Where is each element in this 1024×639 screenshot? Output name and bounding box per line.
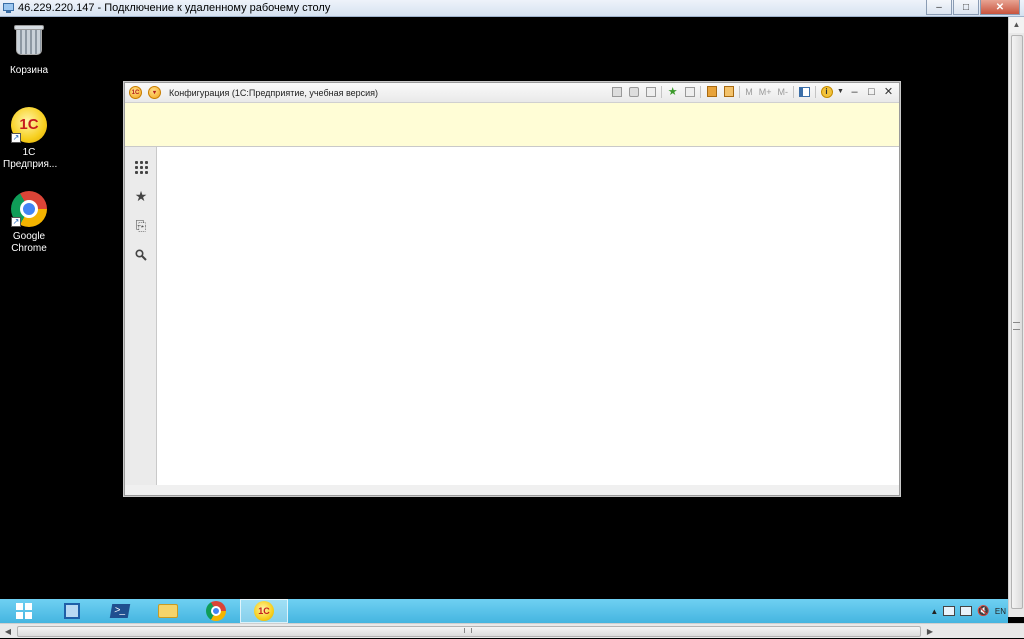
sections-grid-icon — [134, 161, 148, 174]
rdp-minimize-button[interactable]: ‒ — [926, 0, 952, 15]
rdp-maximize-button[interactable]: □ — [953, 0, 979, 15]
shortcut-arrow-icon: ↗ — [11, 217, 21, 227]
rdp-window-title: 46.229.220.147 - Подключение к удаленном… — [18, 2, 331, 14]
system-tray: ▲ 🔇 EN — [930, 599, 1008, 623]
powershell-icon: >_ — [109, 604, 131, 618]
print-icon[interactable] — [627, 85, 640, 98]
rdp-close-button[interactable]: ✕ — [980, 0, 1020, 15]
remote-desktop-icon — [3, 2, 15, 14]
main-menu-icon[interactable]: ▾ — [148, 86, 161, 99]
app-toolbar: ★ M M+ M- i ▼ ‒ □ ✕ — [610, 85, 895, 98]
desktop-icon-chrome[interactable]: ↗ Google Chrome — [0, 191, 58, 255]
memory-button[interactable]: M — [744, 85, 754, 98]
toolbar-separator — [793, 85, 794, 98]
tray-expand-icon[interactable]: ▲ — [930, 607, 938, 616]
toolbar-separator — [661, 85, 663, 98]
preview-icon[interactable] — [644, 85, 657, 98]
1c-enterprise-icon: 1С — [254, 601, 274, 621]
app-window-title: Конфигурация (1С:Предприятие, учебная ве… — [169, 87, 379, 98]
desktop-icon-label: 1С Предприя... — [3, 147, 58, 170]
workspace-area[interactable] — [157, 147, 899, 485]
toolbar-separator — [739, 85, 741, 98]
panels-icon[interactable] — [798, 85, 811, 98]
scroll-left-icon[interactable]: ◀ — [0, 624, 16, 639]
scroll-up-icon[interactable]: ▲ — [1009, 17, 1024, 33]
taskbar-1c[interactable]: 1С — [240, 599, 288, 623]
add-favorite-icon[interactable]: ★ — [666, 85, 679, 98]
info-icon[interactable]: i — [820, 85, 833, 98]
history-icon: ⎘ — [135, 217, 147, 233]
star-icon: ★ — [134, 188, 148, 204]
scroll-grip-icon — [1013, 322, 1020, 330]
app-maximize-button[interactable]: □ — [865, 86, 878, 98]
taskbar-chrome[interactable] — [192, 599, 240, 623]
action-center-flag-icon[interactable] — [943, 606, 956, 616]
link-icon[interactable] — [683, 85, 696, 98]
network-icon[interactable] — [960, 606, 973, 616]
scroll-right-icon[interactable]: ▶ — [922, 624, 938, 639]
start-button[interactable] — [0, 599, 48, 623]
1c-logo-icon[interactable]: 1С — [129, 86, 142, 99]
chevron-down-icon[interactable]: ▼ — [837, 85, 844, 98]
vertical-scrollbar[interactable]: ▲ — [1008, 17, 1024, 617]
app-close-button[interactable]: ✕ — [882, 85, 895, 98]
taskbar-server-manager[interactable] — [48, 599, 96, 623]
toolbar-separator — [700, 85, 702, 98]
desktop-icon-label: Google Chrome — [11, 231, 47, 254]
sidebar-item-history[interactable]: ⎘ — [125, 211, 157, 240]
desktop-icon-label: Корзина — [9, 65, 49, 76]
volume-icon[interactable]: 🔇 — [977, 606, 989, 617]
chrome-icon — [206, 601, 226, 621]
1c-app-window[interactable]: 1С ▾ Конфигурация (1С:Предприятие, учебн… — [124, 82, 900, 496]
rdp-titlebar[interactable]: 46.229.220.147 - Подключение к удаленном… — [0, 0, 1024, 17]
memory-minus-button[interactable]: M- — [777, 85, 790, 98]
search-icon — [135, 248, 147, 261]
info-panel — [125, 103, 899, 147]
horizontal-scrollbar[interactable]: ◀ ▶ — [0, 623, 1024, 638]
scroll-grip-icon — [464, 628, 472, 633]
sections-panel: ★ ⎘ — [125, 147, 157, 485]
server-manager-icon — [64, 603, 80, 619]
sidebar-item-search[interactable] — [125, 240, 157, 269]
sidebar-item-favorites[interactable]: ★ — [125, 182, 157, 211]
shortcut-arrow-icon: ↗ — [11, 133, 21, 143]
chrome-icon: ↗ — [11, 191, 47, 227]
app-minimize-button[interactable]: ‒ — [848, 86, 861, 98]
calendar-icon[interactable] — [722, 85, 735, 98]
taskbar-explorer[interactable] — [144, 599, 192, 623]
recycle-bin-icon — [11, 25, 47, 61]
save-icon[interactable] — [610, 85, 623, 98]
taskbar: >_ 1С ▲ 🔇 EN — [0, 599, 1008, 623]
rdp-window-controls: ‒ □ ✕ — [926, 0, 1020, 15]
toolbar-separator — [815, 85, 816, 98]
calculator-icon[interactable] — [705, 85, 718, 98]
folder-icon — [158, 604, 178, 618]
windows-logo-icon — [16, 603, 32, 619]
app-body: ★ ⎘ — [125, 147, 899, 485]
sidebar-item-sections[interactable] — [125, 153, 157, 182]
1c-enterprise-icon: 1С ↗ — [11, 107, 47, 143]
desktop-icon-1c[interactable]: 1С ↗ 1С Предприя... — [0, 107, 58, 171]
memory-plus-button[interactable]: M+ — [758, 85, 773, 98]
taskbar-powershell[interactable]: >_ — [96, 599, 144, 623]
desktop-icon-recycle-bin[interactable]: Корзина — [0, 23, 58, 77]
app-titlebar[interactable]: 1С ▾ Конфигурация (1С:Предприятие, учебн… — [125, 83, 899, 103]
language-indicator[interactable]: EN — [995, 607, 1006, 616]
